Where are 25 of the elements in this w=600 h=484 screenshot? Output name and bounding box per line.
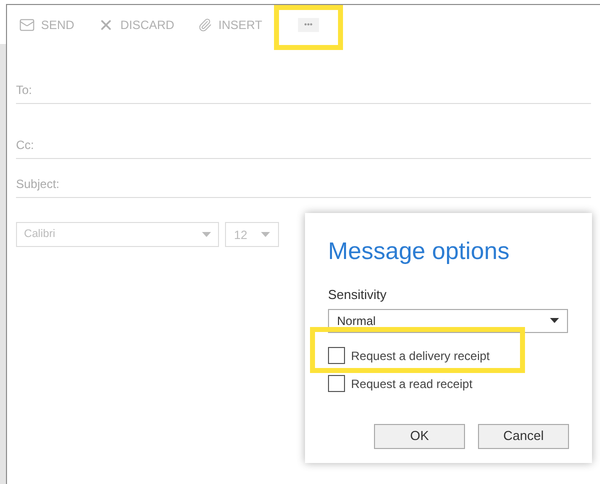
toolbar-button[interactable]: DISCARD xyxy=(98,16,174,34)
receipt-checkbox[interactable]: Request a read receipt xyxy=(328,374,569,392)
size-dropdown[interactable]: 12 xyxy=(225,222,279,247)
sensitivity-label: Sensitivity xyxy=(328,286,388,304)
caret-icon xyxy=(261,232,270,237)
field-label: To: xyxy=(16,82,32,99)
mail-icon xyxy=(19,17,35,33)
recipient-field[interactable]: Subject: xyxy=(16,159,591,198)
caret-icon xyxy=(202,232,211,237)
dialog-title: Message options xyxy=(328,237,510,267)
dialog-button[interactable]: Cancel xyxy=(478,424,569,448)
dialog-button[interactable]: OK xyxy=(374,424,465,448)
highlight-frame xyxy=(274,5,343,50)
sensitivity-dropdown[interactable]: Normal xyxy=(328,308,568,332)
receipt-checkbox[interactable]: Request a delivery receipt xyxy=(328,346,569,364)
paperclip-icon xyxy=(198,18,212,32)
more-button[interactable]: ••• xyxy=(298,18,319,32)
field-label: Subject: xyxy=(16,176,60,193)
toolbar-button[interactable]: SEND xyxy=(19,16,74,34)
recipient-field[interactable]: Cc: xyxy=(16,104,591,159)
toolbar-button[interactable]: INSERT xyxy=(198,16,262,34)
font-dropdown[interactable]: Calibri xyxy=(16,222,219,247)
caret-icon xyxy=(550,318,559,323)
recipient-field[interactable]: To: xyxy=(16,45,591,104)
field-label: Cc: xyxy=(16,137,34,154)
